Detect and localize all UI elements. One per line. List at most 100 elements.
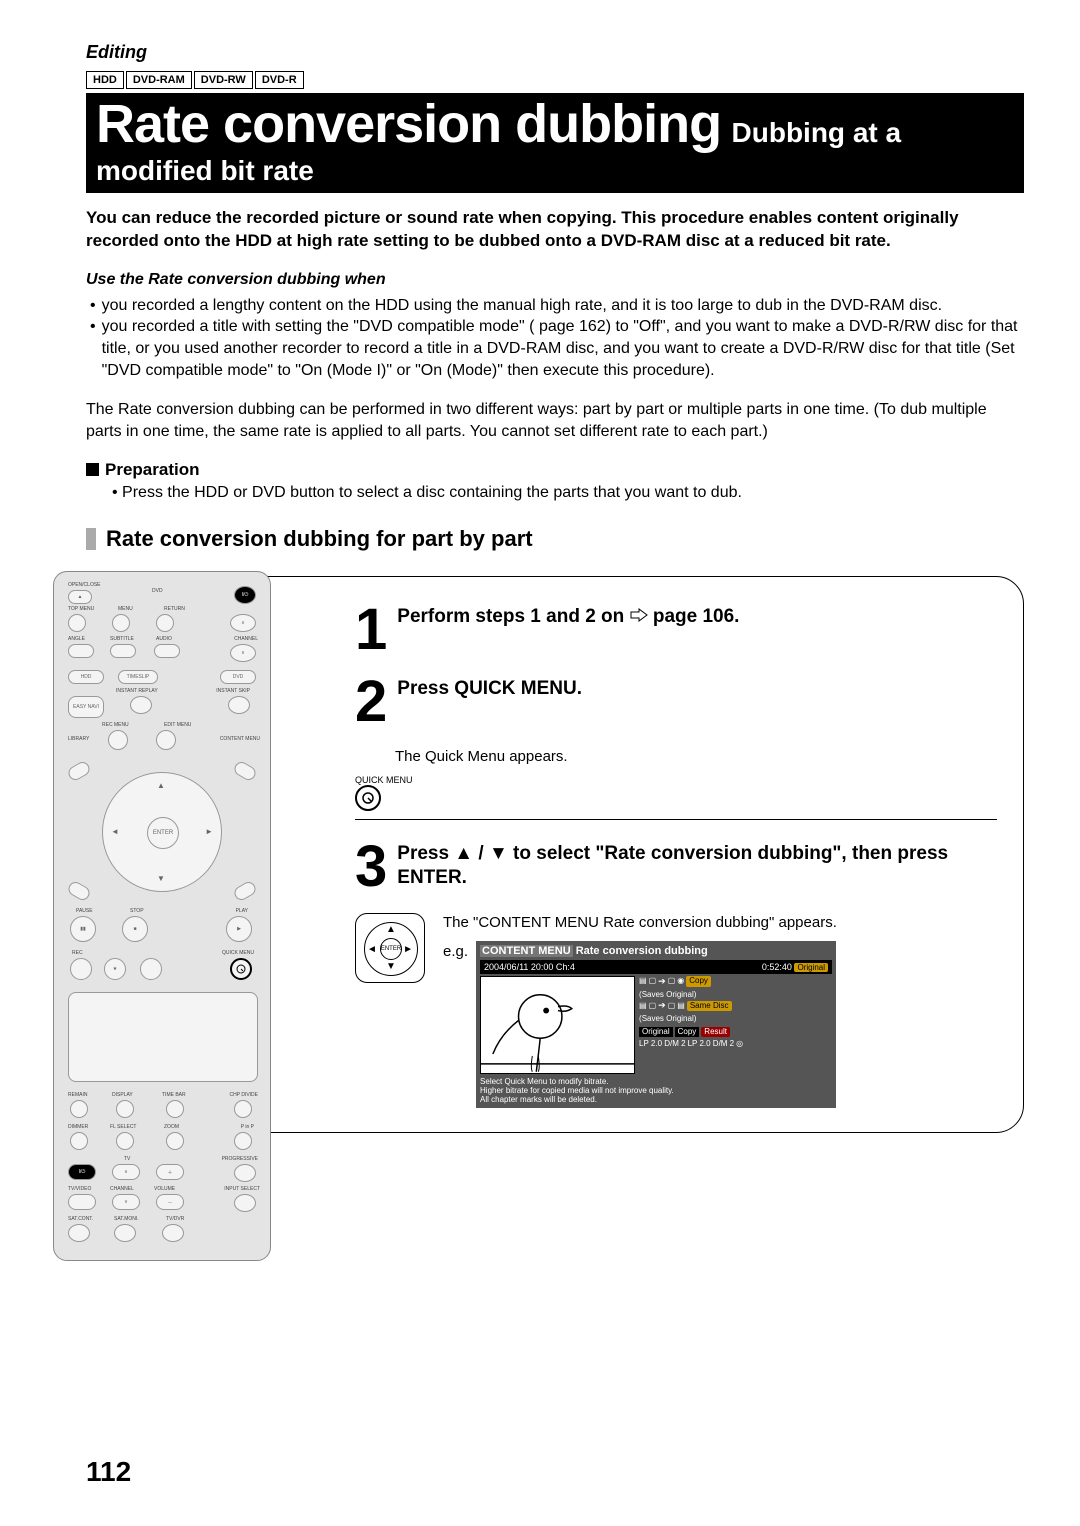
left-arrow-icon: ◄ bbox=[367, 944, 377, 955]
media-tag: DVD-RAM bbox=[126, 71, 192, 89]
menu-footer-line: Higher bitrate for copied media will not… bbox=[480, 1086, 832, 1095]
list-text: you recorded a lengthy content on the HD… bbox=[102, 295, 942, 317]
preparation-heading: Preparation bbox=[86, 460, 1024, 480]
remote-label: REC bbox=[72, 950, 83, 956]
remote-label: DIMMER bbox=[68, 1124, 88, 1130]
remote-button bbox=[228, 696, 250, 714]
remote-label: PROGRESSIVE bbox=[222, 1156, 258, 1162]
subsection-heading: Rate conversion dubbing for part by part bbox=[86, 526, 1024, 552]
remote-label: OPEN/CLOSE bbox=[68, 582, 101, 588]
step-text-part: page 106. bbox=[653, 606, 740, 627]
remote-label: DVD bbox=[152, 588, 163, 594]
remote-button bbox=[66, 880, 92, 903]
use-when-list: •you recorded a lengthy content on the H… bbox=[86, 295, 1024, 381]
remote-button bbox=[70, 1100, 88, 1118]
step-text: Press QUICK MENU. bbox=[397, 677, 997, 726]
section-header: Editing bbox=[86, 42, 1024, 63]
remote-numpad bbox=[68, 992, 258, 1082]
step-divider bbox=[355, 819, 997, 820]
remote-button: ＋ bbox=[156, 1164, 184, 1180]
remote-enter-button: ENTER bbox=[147, 817, 179, 849]
remote-label: SAT.MONI. bbox=[114, 1216, 139, 1222]
copy-col: Copy bbox=[675, 1027, 700, 1037]
remote-button bbox=[156, 730, 176, 750]
square-bullet-icon bbox=[86, 463, 99, 476]
step-text: Press ▲ / ▼ to select "Rate conversion d… bbox=[397, 842, 997, 891]
step-2: 2 Press QUICK MENU. bbox=[355, 677, 997, 726]
step-detail: The "CONTENT MENU Rate conversion dubbin… bbox=[443, 913, 997, 933]
remote-button: I/⏻ bbox=[68, 1164, 96, 1180]
preparation-text: • Press the HDD or DVD button to select … bbox=[112, 484, 1024, 502]
page-number: 112 bbox=[86, 1456, 131, 1488]
remote-button bbox=[234, 1194, 256, 1212]
remote-button bbox=[70, 1132, 88, 1150]
remote-button: ∨ bbox=[230, 644, 256, 662]
remote-button bbox=[66, 760, 92, 783]
remote-label: INPUT SELECT bbox=[224, 1186, 260, 1192]
remote-label: SUBTITLE bbox=[110, 636, 134, 642]
remote-stop-button: ■ bbox=[122, 916, 148, 942]
disc-icon: ◉ bbox=[677, 976, 684, 986]
menu-title-left: CONTENT MENU bbox=[480, 945, 573, 957]
media-tag: DVD-R bbox=[255, 71, 304, 89]
step-3: 3 Press ▲ / ▼ to select "Rate conversion… bbox=[355, 842, 997, 891]
remote-button: EASY NAVI bbox=[68, 696, 104, 718]
remote-button bbox=[68, 644, 94, 658]
menu-duration: 0:52:40 bbox=[762, 962, 792, 972]
remote-label: EDIT MENU bbox=[164, 722, 191, 728]
menu-date: 2004/06/11 20:00 Ch:4 bbox=[484, 962, 575, 972]
remote-button bbox=[232, 880, 258, 903]
remote-button bbox=[68, 1194, 96, 1210]
body-paragraph: The Rate conversion dubbing can be perfo… bbox=[86, 399, 1024, 442]
step-number: 1 bbox=[355, 605, 387, 654]
step-text: Perform steps 1 and 2 on page 106. bbox=[397, 605, 997, 654]
remote-button: － bbox=[156, 1194, 184, 1210]
step-number: 2 bbox=[355, 677, 387, 726]
menu-title: CONTENT MENU Rate conversion dubbing bbox=[480, 945, 832, 957]
hdd-icon: ▤ bbox=[639, 976, 647, 986]
page-title: Rate conversion dubbing bbox=[96, 94, 721, 154]
rate-original: LP 2.0 D/M 2 bbox=[639, 1039, 686, 1049]
list-item: •you recorded a title with setting the "… bbox=[90, 316, 1024, 381]
menu-screenshot: CONTENT MENU Rate conversion dubbing 200… bbox=[476, 941, 836, 1109]
remote-label: CONTENT MENU bbox=[220, 736, 260, 742]
remote-button bbox=[166, 1100, 184, 1118]
menu-row-labels: Original Copy Result bbox=[639, 1027, 832, 1037]
remote-dpad: ENTER ▲ ▼ ◄ ► bbox=[102, 772, 222, 892]
remote-label: STOP bbox=[130, 908, 144, 914]
menu-row-same: ▤▢➔▢▤ Same Disc bbox=[639, 1000, 832, 1012]
samedisc-badge: Same Disc bbox=[687, 1001, 732, 1011]
step-text-part: Perform steps 1 and 2 on bbox=[397, 606, 629, 627]
remote-button: ∧ bbox=[230, 614, 256, 632]
menu-meta: 2004/06/11 20:00 Ch:4 0:52:40 Original bbox=[480, 960, 832, 974]
menu-footer: Select Quick Menu to modify bitrate. Hig… bbox=[480, 1077, 832, 1105]
quickmenu-icon bbox=[355, 785, 381, 811]
original-col: Original bbox=[639, 1027, 673, 1037]
media-tag: HDD bbox=[86, 71, 124, 89]
remote-button: TIMESLIP bbox=[118, 670, 158, 684]
remote-label: LIBRARY bbox=[68, 736, 89, 742]
remote-label: P in P bbox=[241, 1124, 254, 1130]
result-badge: Result bbox=[701, 1027, 730, 1037]
remote-label: PAUSE bbox=[76, 908, 93, 914]
remote-label: REC MENU bbox=[102, 722, 129, 728]
remote-label: TV bbox=[124, 1156, 130, 1162]
remote-button bbox=[140, 958, 162, 980]
arrow-right-icon: ➔ bbox=[658, 1000, 666, 1012]
menu-row-rates: LP 2.0 D/M 2 LP 2.0 D/M 2 ◎ bbox=[639, 1039, 832, 1049]
quickmenu-label: QUICK MENU bbox=[355, 775, 413, 785]
remote-button bbox=[108, 730, 128, 750]
rate-copy: LP 2.0 D/M 2 bbox=[688, 1039, 735, 1049]
step-1: 1 Perform steps 1 and 2 on page 106. bbox=[355, 605, 997, 654]
result-icon: ◎ bbox=[736, 1039, 743, 1049]
remote-label: VOLUME bbox=[154, 1186, 175, 1192]
remote-button bbox=[114, 1224, 136, 1242]
remote-label: AUDIO bbox=[156, 636, 172, 642]
remote-label: PLAY bbox=[236, 908, 248, 914]
menu-saves: (Saves Original) bbox=[639, 990, 832, 1000]
remote-button bbox=[130, 696, 152, 714]
remote-label: TV/DVR bbox=[166, 1216, 184, 1222]
remote-button bbox=[156, 614, 174, 632]
remote-control-illustration: OPEN/CLOSE ▲ DVD I/⏻ TOP MENU MENU RETUR… bbox=[53, 571, 271, 1261]
media-tag: DVD-RW bbox=[194, 71, 253, 89]
